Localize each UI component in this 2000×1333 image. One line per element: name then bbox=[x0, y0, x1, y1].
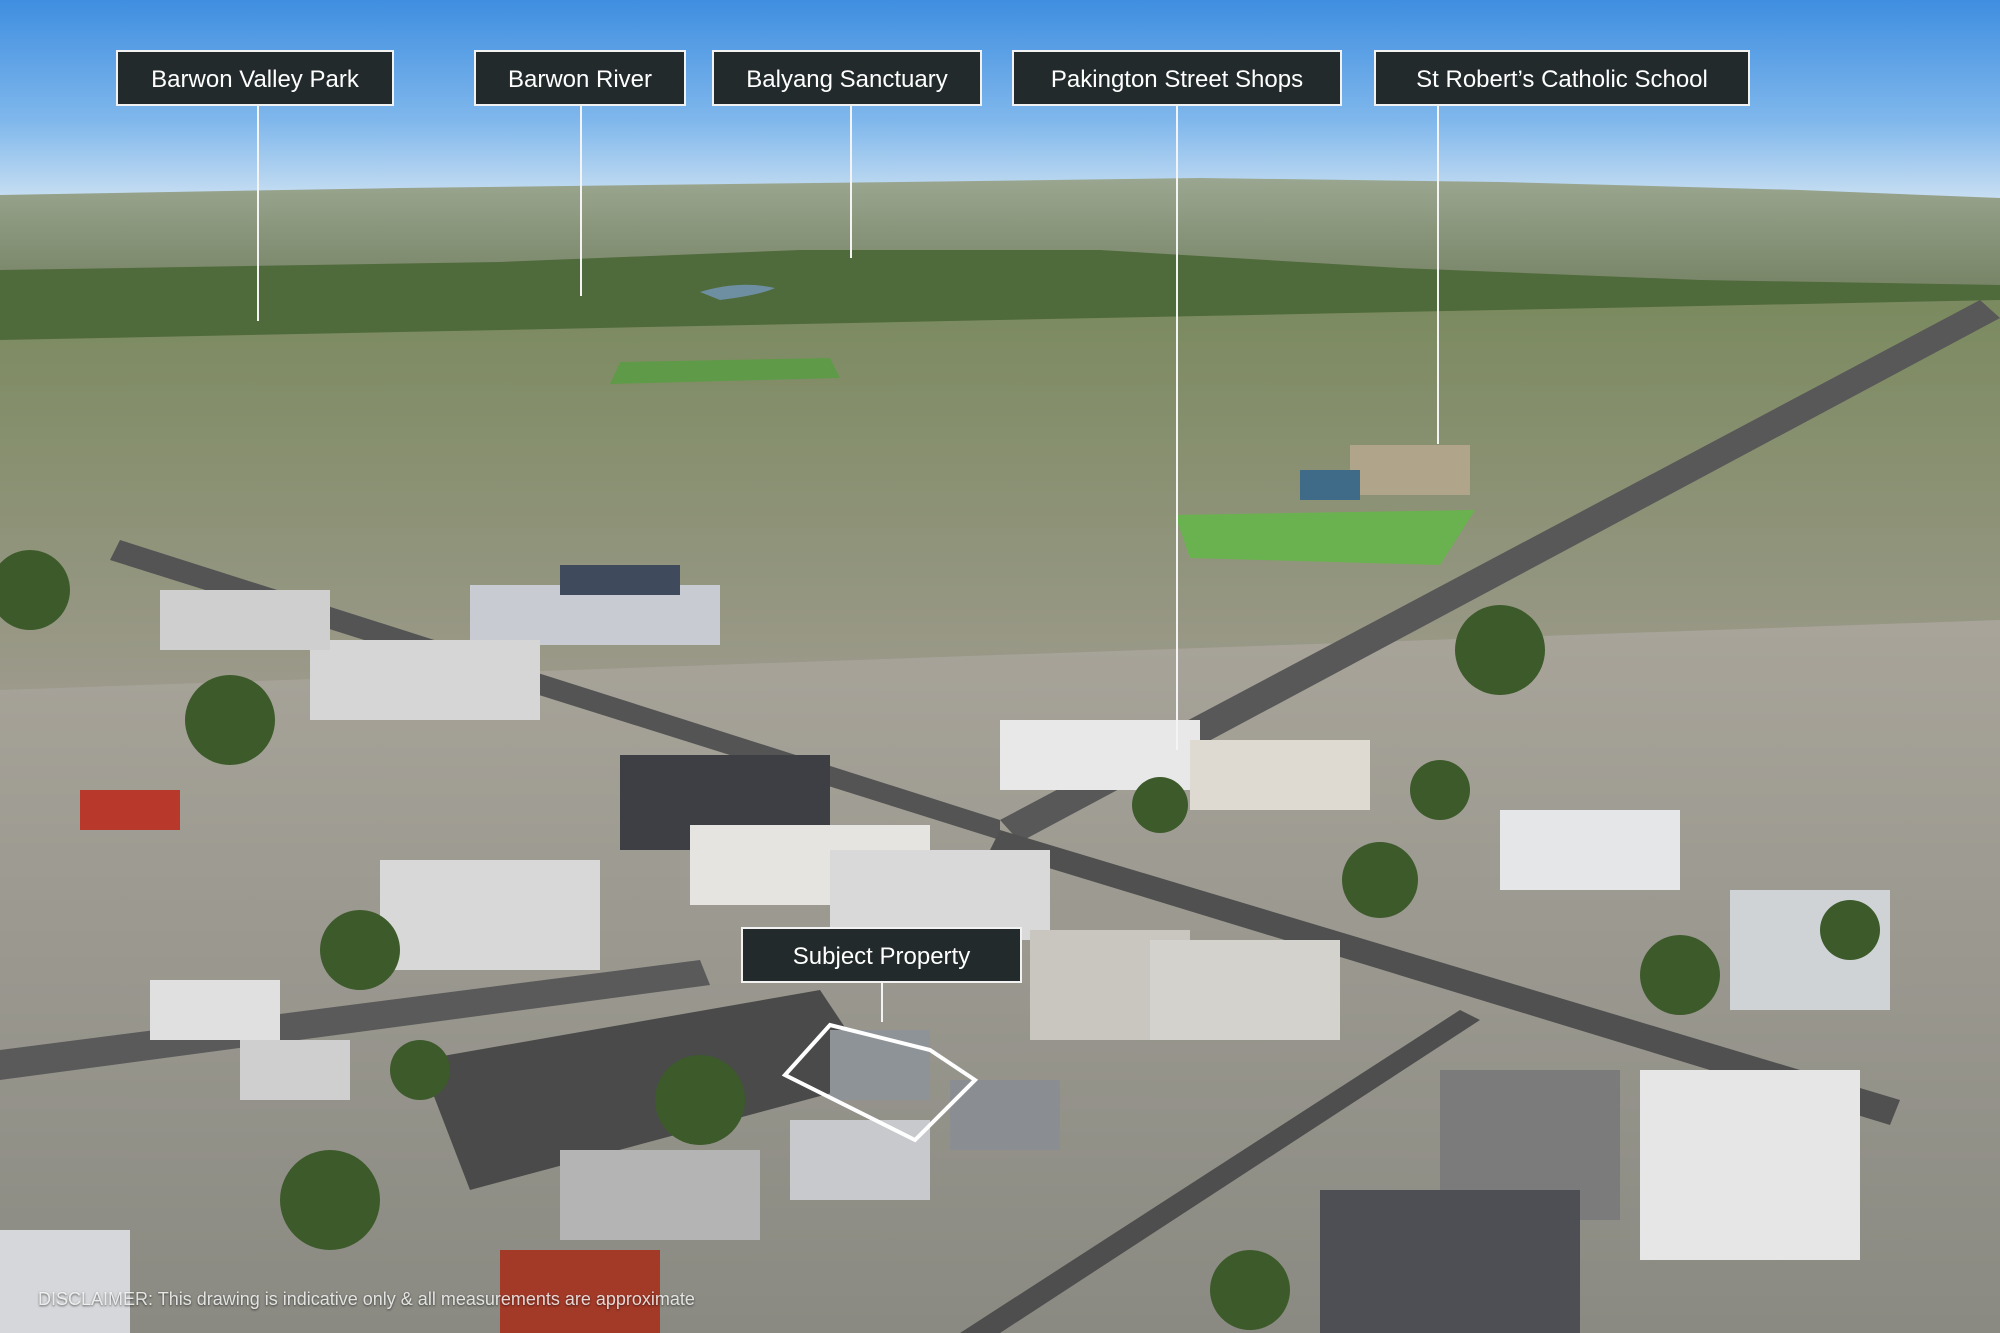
townhouses bbox=[380, 860, 600, 970]
house bbox=[240, 1040, 350, 1100]
label-st-roberts-catholic-school: St Robert’s Catholic School bbox=[1374, 50, 1750, 106]
school-roof bbox=[1300, 470, 1360, 500]
leader-line bbox=[1437, 106, 1439, 444]
leader-line bbox=[1176, 106, 1178, 750]
rooftop bbox=[1500, 810, 1680, 890]
rooftop-dark bbox=[560, 565, 680, 595]
leader-line bbox=[881, 982, 883, 1022]
neighbour-house bbox=[790, 1120, 930, 1200]
rooftop bbox=[1640, 1070, 1860, 1260]
label-barwon-valley-park: Barwon Valley Park bbox=[116, 50, 394, 106]
rooftop bbox=[1190, 740, 1370, 810]
subject-house-roof bbox=[830, 1030, 930, 1100]
label-subject-property: Subject Property bbox=[741, 927, 1022, 983]
rooftop-dark bbox=[1320, 1190, 1580, 1333]
school-oval bbox=[1175, 510, 1475, 565]
rooftop bbox=[560, 1150, 760, 1240]
leader-line bbox=[850, 106, 852, 258]
rooftop bbox=[1150, 940, 1340, 1040]
leader-line bbox=[580, 106, 582, 296]
label-barwon-river: Barwon River bbox=[474, 50, 686, 106]
rooftop bbox=[160, 590, 330, 650]
roof-red bbox=[80, 790, 180, 830]
label-balyang-sanctuary: Balyang Sanctuary bbox=[712, 50, 982, 106]
house bbox=[150, 980, 280, 1040]
leader-line bbox=[257, 106, 259, 321]
disclaimer-text: DISCLAIMER: This drawing is indicative o… bbox=[38, 1289, 695, 1309]
school-building bbox=[1350, 445, 1470, 495]
rooftop bbox=[310, 640, 540, 720]
house bbox=[0, 1230, 130, 1333]
label-pakington-street-shops: Pakington Street Shops bbox=[1012, 50, 1342, 106]
aerial-photo bbox=[0, 0, 2000, 1333]
